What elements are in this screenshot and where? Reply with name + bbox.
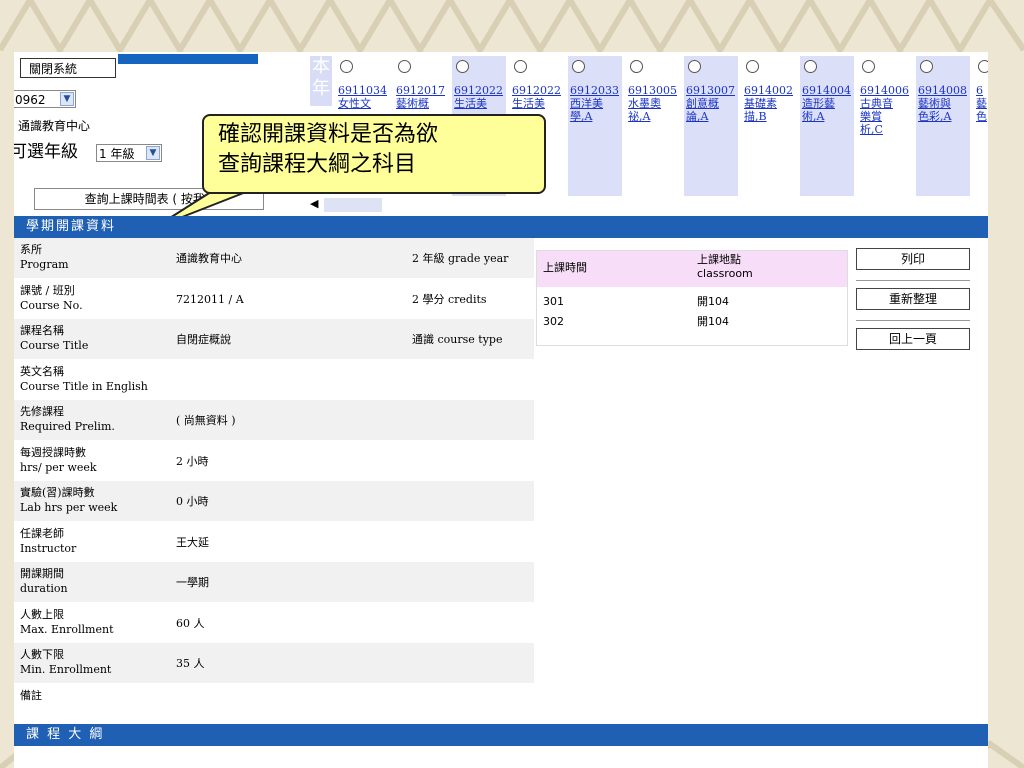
row-label: 開課期間 duration: [20, 567, 68, 595]
row-extra: 2 年級 grade year: [412, 252, 509, 265]
table-row: 實驗(習)課時數 Lab hrs per week 0 小時: [14, 481, 534, 521]
syllabus-header: 課 程 大 綱: [14, 724, 988, 746]
browser-content: 關閉系統 0962 ▼ 通識教育中心 可選年級 1 年級 ▼ 查詢上課時間表 (…: [14, 52, 988, 768]
table-row: 每週授課時數 hrs/ per week 2 小時: [14, 441, 534, 481]
back-button[interactable]: 回上一頁: [856, 328, 970, 350]
grade-select[interactable]: 1 年級 ▼: [96, 144, 162, 162]
course-link[interactable]: 6913005 水墨奧 祕,A: [628, 84, 677, 123]
year-select-value: 0962: [15, 93, 46, 107]
row-value: 通識教育中心: [176, 252, 242, 265]
schedule-header-place: 上課地點 classroom: [697, 253, 753, 280]
course-link[interactable]: 6914008 藝術與 色彩,A: [918, 84, 967, 123]
annotation-callout: 確認開課資料是否為欲 查詢課程大綱之科目: [202, 114, 546, 194]
course-option[interactable]: 6 藝 色: [974, 56, 988, 196]
row-value: ( 尚無資料 ): [176, 414, 236, 427]
schedule-header-time: 上課時間: [543, 261, 587, 274]
course-link[interactable]: 6912033 西洋美 學,A: [570, 84, 619, 123]
row-label: 備註: [20, 688, 42, 702]
course-radio[interactable]: [572, 60, 585, 73]
course-strip-label-text: 本年: [312, 56, 330, 99]
course-radio[interactable]: [456, 60, 469, 73]
row-label: 課號 / 班別 Course No.: [20, 283, 83, 312]
schedule-place: 開104: [697, 315, 729, 328]
course-strip-label: 本年: [310, 56, 332, 106]
table-row: 人數下限 Min. Enrollment 35 人: [14, 643, 534, 683]
row-label: 課程名稱 Course Title: [20, 324, 89, 352]
divider: [856, 320, 970, 321]
course-link[interactable]: 6 藝 色: [976, 84, 987, 123]
row-label: 人數下限 Min. Enrollment: [20, 648, 112, 676]
table-row: 先修課程 Required Prelim. ( 尚無資料 ): [14, 400, 534, 440]
row-extra: 通識 course type: [412, 333, 503, 346]
course-link[interactable]: 6914002 基礎素 描,B: [744, 84, 793, 123]
row-label: 先修課程 Required Prelim.: [20, 405, 115, 433]
year-select[interactable]: 0962 ▼: [14, 90, 76, 108]
course-link[interactable]: 6911034 女性文: [338, 84, 387, 110]
table-row: 任課老師 Instructor 王大延: [14, 522, 534, 562]
course-option[interactable]: 6914004 造形藝 術,A: [800, 56, 854, 196]
course-link[interactable]: 6913007 創意概 論,A: [686, 84, 735, 123]
course-option[interactable]: 6913005 水墨奧 祕,A: [626, 56, 680, 196]
semester-course-header: 學期開課資料: [14, 216, 988, 238]
row-value: 60 人: [176, 616, 205, 630]
row-label: 英文名稱 Course Title in English: [20, 364, 148, 393]
course-radio[interactable]: [398, 60, 411, 73]
table-row: 開課期間 duration 一學期: [14, 562, 534, 602]
course-option[interactable]: 6914008 藝術與 色彩,A: [916, 56, 970, 196]
schedule-place: 開104: [697, 295, 729, 308]
header-accent-bar: [118, 54, 258, 64]
row-value: 2 小時: [176, 454, 209, 468]
print-button[interactable]: 列印: [856, 248, 970, 270]
table-row: 課號 / 班別 Course No. 7212011 / A 2 學分 credit…: [14, 279, 534, 319]
row-value: 35 人: [176, 657, 205, 670]
course-radio[interactable]: [688, 60, 701, 73]
schedule-time: 302: [543, 315, 564, 328]
table-row: 英文名稱 Course Title in English: [14, 360, 534, 400]
grade-label: 可選年級: [14, 142, 78, 162]
course-radio[interactable]: [746, 60, 759, 73]
row-label: 任課老師 Instructor: [20, 526, 77, 555]
table-row: 人數上限 Max. Enrollment 60 人: [14, 603, 534, 643]
row-value: 自閉症概說: [176, 333, 231, 346]
row-value: 王大延: [176, 535, 209, 549]
schedule-table: 上課時間 上課地點 classroom 301 開104 302 開104: [536, 250, 848, 346]
chevron-down-icon[interactable]: ▼: [60, 92, 74, 106]
row-extra: 2 學分 credits: [412, 292, 487, 306]
course-radio[interactable]: [630, 60, 643, 73]
scroll-left-arrow-icon[interactable]: ◀: [310, 197, 318, 210]
course-link[interactable]: 6912022 生活美: [454, 84, 503, 110]
course-radio[interactable]: [804, 60, 817, 73]
course-link[interactable]: 6912022 生活美: [512, 84, 561, 110]
divider: [856, 280, 970, 281]
course-radio[interactable]: [862, 60, 875, 73]
refresh-button[interactable]: 重新整理: [856, 288, 970, 310]
row-value: 0 小時: [176, 495, 209, 508]
schedule-time: 301: [543, 295, 564, 308]
course-radio[interactable]: [978, 60, 988, 73]
row-value: 一學期: [176, 576, 209, 589]
horizontal-scrollbar[interactable]: [324, 198, 382, 212]
grade-select-value: 1 年級: [99, 147, 135, 161]
table-row: 課程名稱 Course Title 自閉症概說 通識 course type: [14, 319, 534, 359]
row-label: 系所 Program: [20, 243, 69, 271]
close-system-button[interactable]: 關閉系統: [20, 58, 116, 78]
row-value: 7212011 / A: [176, 292, 244, 306]
row-label: 每週授課時數 hrs/ per week: [20, 445, 97, 474]
course-link[interactable]: 6914006 古典音 樂賞 析,C: [860, 84, 909, 136]
table-row: 備註: [14, 684, 534, 704]
course-option[interactable]: 6914002 基礎素 描,B: [742, 56, 796, 196]
course-radio[interactable]: [340, 60, 353, 73]
course-radio[interactable]: [920, 60, 933, 73]
callout-text: 確認開課資料是否為欲 查詢課程大綱之科目: [218, 122, 439, 177]
chevron-down-icon[interactable]: ▼: [146, 146, 160, 160]
row-label: 人數上限 Max. Enrollment: [20, 607, 114, 636]
course-radio[interactable]: [514, 60, 527, 73]
course-link[interactable]: 6912017 藝術概: [396, 84, 445, 110]
row-label: 實驗(習)課時數 Lab hrs per week: [20, 486, 118, 514]
course-link[interactable]: 6914004 造形藝 術,A: [802, 84, 851, 123]
course-option[interactable]: 6914006 古典音 樂賞 析,C: [858, 56, 912, 196]
course-option[interactable]: 6913007 創意概 論,A: [684, 56, 738, 196]
course-option[interactable]: 6912033 西洋美 學,A: [568, 56, 622, 196]
table-row: 系所 Program 通識教育中心 2 年級 grade year: [14, 238, 534, 278]
